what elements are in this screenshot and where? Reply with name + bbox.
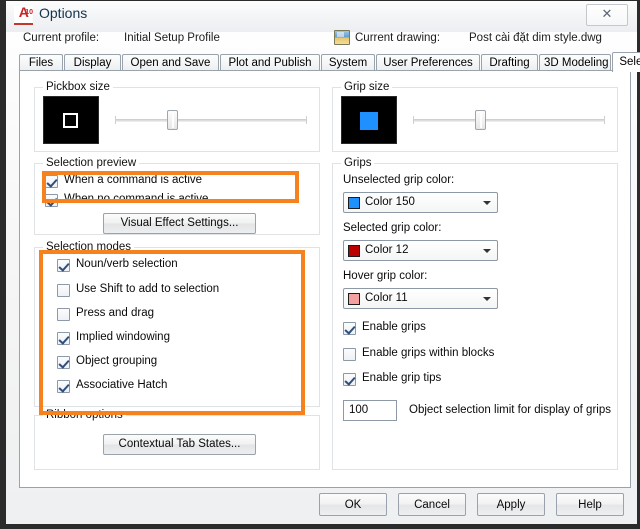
checkbox-label: Associative Hatch <box>76 379 168 391</box>
chevron-down-icon[interactable] <box>479 290 496 307</box>
tab-strip: Files Display Open and Save Plot and Pub… <box>19 52 640 72</box>
apply-button[interactable]: Apply <box>477 493 545 516</box>
checkbox-icon <box>343 373 356 386</box>
checkbox-label: Noun/verb selection <box>76 258 178 270</box>
dialog-button-bar: OK Cancel Apply Help <box>6 484 637 524</box>
grips-group: Grips Unselected grip color: Color 150 S… <box>332 157 618 470</box>
object-selection-limit-input[interactable]: 100 <box>343 400 397 421</box>
slider-tick-right <box>306 116 307 124</box>
tab-system[interactable]: System <box>321 54 375 71</box>
tab-selection[interactable]: Selection <box>612 52 640 72</box>
grip-size-caption: Grip size <box>341 81 393 93</box>
ok-button[interactable]: OK <box>319 493 387 516</box>
pickbox-size-group: Pickbox size <box>34 81 320 152</box>
object-selection-limit-label: Object selection limit for display of gr… <box>409 404 611 416</box>
slider-thumb[interactable] <box>167 110 178 130</box>
tab-user-preferences[interactable]: User Preferences <box>376 54 480 71</box>
tab-3d-modeling[interactable]: 3D Modeling <box>539 54 611 71</box>
pickbox-size-caption: Pickbox size <box>43 81 113 93</box>
close-icon: ✕ <box>601 7 613 22</box>
slider-track <box>413 119 605 122</box>
checkbox-icon <box>45 175 58 188</box>
current-drawing-value: Post cài đặt dim style.dwg <box>469 32 602 44</box>
checkbox-icon <box>57 356 70 369</box>
checkbox-icon <box>57 308 70 321</box>
app-icon-version: 10 <box>25 9 33 16</box>
combo-value: Color 11 <box>365 292 408 304</box>
cancel-button[interactable]: Cancel <box>398 493 466 516</box>
chevron-down-icon[interactable] <box>479 194 496 211</box>
tab-plot-and-publish[interactable]: Plot and Publish <box>220 54 320 71</box>
checkbox-label: Enable grips within blocks <box>362 347 495 359</box>
selection-preview-caption: Selection preview <box>43 157 140 169</box>
hover-grip-color-label: Hover grip color: <box>343 270 428 282</box>
selection-modes-group: Selection modes Noun/verb selection Use … <box>34 241 320 407</box>
current-profile-value: Initial Setup Profile <box>124 32 220 44</box>
selected-grip-color-label: Selected grip color: <box>343 222 442 234</box>
checkbox-icon <box>57 380 70 393</box>
selection-preview-group: Selection preview When a command is acti… <box>34 157 320 235</box>
slider-tick-left <box>115 116 116 124</box>
ribbon-options-caption: Ribbon options <box>43 409 126 421</box>
help-button[interactable]: Help <box>556 493 624 516</box>
chevron-down-icon[interactable] <box>479 242 496 259</box>
slider-tick-right <box>604 116 605 124</box>
slider-tick-left <box>413 116 414 124</box>
pickbox-preview <box>43 96 99 144</box>
selection-modes-caption: Selection modes <box>43 241 135 253</box>
options-dialog-window: A 10 Options ✕ Current profile: Initial … <box>0 0 640 529</box>
visual-effect-settings-button[interactable]: Visual Effect Settings... <box>103 213 256 234</box>
checkbox-label: Enable grip tips <box>362 372 442 384</box>
checkbox-icon <box>45 194 58 207</box>
checkbox-icon <box>343 322 356 335</box>
grips-caption: Grips <box>341 157 375 169</box>
contextual-tab-states-button[interactable]: Contextual Tab States... <box>103 434 256 455</box>
checkbox-label: Enable grips <box>362 321 426 333</box>
checkbox-label: Object grouping <box>76 355 158 367</box>
checkbox-label: Implied windowing <box>76 331 170 343</box>
checkbox-icon <box>57 259 70 272</box>
color-swatch <box>348 197 360 209</box>
pickbox-size-slider[interactable] <box>115 96 307 144</box>
color-swatch <box>348 293 360 305</box>
autocad-a-icon: A 10 <box>14 4 33 25</box>
selected-grip-color-combo[interactable]: Color 12 <box>343 240 498 261</box>
checkbox-icon <box>343 348 356 361</box>
current-profile-label: Current profile: <box>23 32 100 44</box>
tab-display[interactable]: Display <box>64 54 121 71</box>
combo-value: Color 12 <box>365 244 409 256</box>
grip-size-swatch <box>360 112 378 130</box>
grip-size-preview <box>341 96 397 144</box>
current-drawing-label: Current drawing: <box>355 32 441 44</box>
ribbon-options-group: Ribbon options Contextual Tab States... <box>34 409 320 470</box>
checkbox-label: Press and drag <box>76 307 154 319</box>
color-swatch <box>348 245 360 257</box>
grip-size-slider[interactable] <box>413 96 605 144</box>
pickbox-swatch <box>63 113 78 128</box>
grip-size-group: Grip size <box>332 81 618 152</box>
selection-tab-page: Pickbox size Grip size Selection preview… <box>19 70 631 488</box>
unselected-grip-color-label: Unselected grip color: <box>343 174 455 186</box>
checkbox-label: When no command is active <box>64 193 209 205</box>
checkbox-label: Use Shift to add to selection <box>76 283 220 295</box>
slider-thumb[interactable] <box>475 110 486 130</box>
close-button[interactable]: ✕ <box>586 4 628 26</box>
tab-files[interactable]: Files <box>19 54 63 71</box>
tab-open-and-save[interactable]: Open and Save <box>122 54 219 71</box>
tab-drafting[interactable]: Drafting <box>481 54 538 71</box>
unselected-grip-color-combo[interactable]: Color 150 <box>343 192 498 213</box>
checkbox-label: When a command is active <box>64 174 203 186</box>
drawing-file-icon <box>334 30 350 45</box>
combo-value: Color 150 <box>365 196 415 208</box>
slider-track <box>115 119 307 122</box>
window-title: Options <box>39 5 88 21</box>
checkbox-icon <box>57 284 70 297</box>
hover-grip-color-combo[interactable]: Color 11 <box>343 288 498 309</box>
checkbox-icon <box>57 332 70 345</box>
profile-bar: Current profile: Initial Setup Profile C… <box>19 27 631 51</box>
